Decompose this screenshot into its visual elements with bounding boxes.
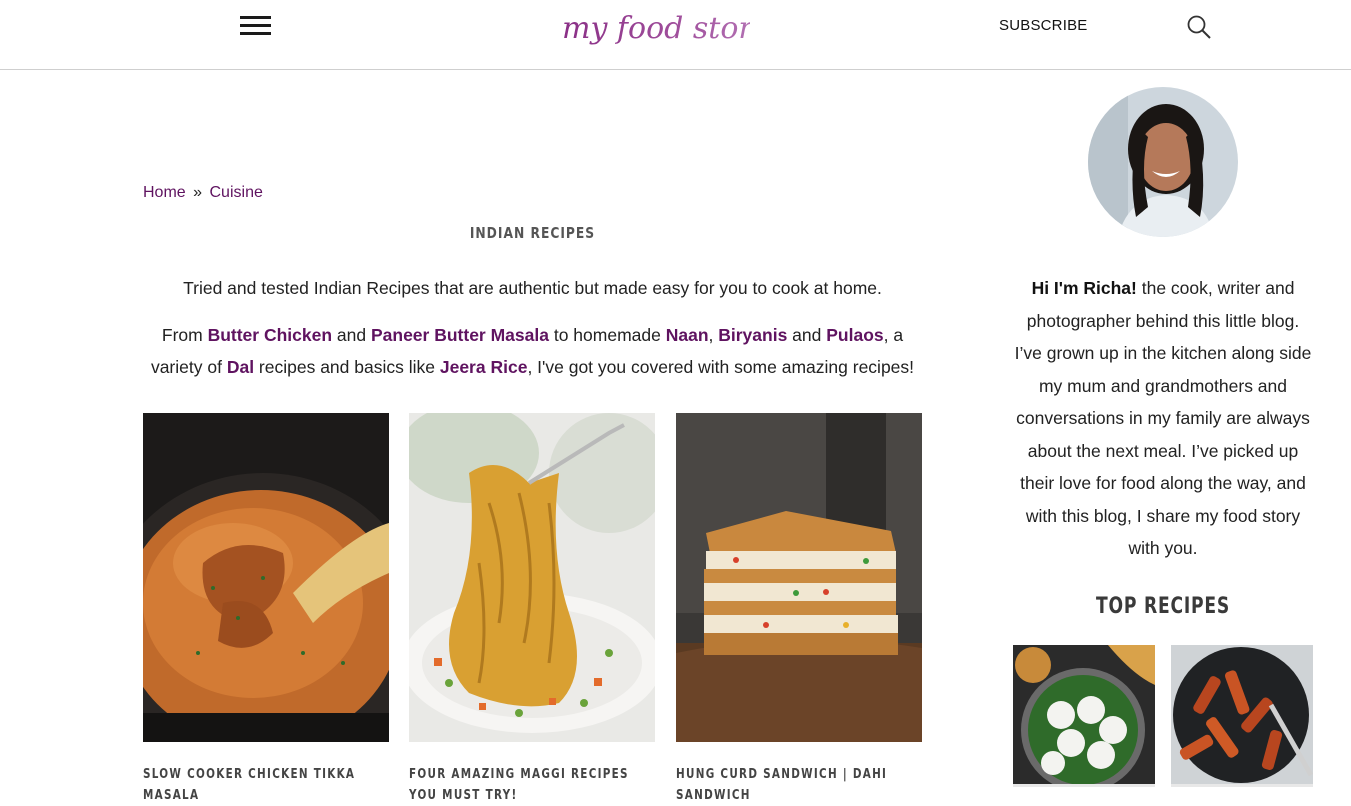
breadcrumb-home-link[interactable]: Home bbox=[143, 184, 186, 201]
recipe-title[interactable]: HUNG CURD SANDWICH | DAHI SANDWICH bbox=[676, 764, 924, 806]
breadcrumb: Home » Cuisine bbox=[143, 184, 263, 202]
author-bio: Hi I'm Richa! the cook, writer and photo… bbox=[1013, 272, 1313, 565]
page-title: INDIAN RECIPES bbox=[469, 224, 596, 242]
recipe-title[interactable]: FOUR AMAZING MAGGI RECIPES YOU MUST TRY! bbox=[409, 764, 657, 806]
author-avatar bbox=[1088, 87, 1238, 237]
svg-text:my food story: my food story bbox=[562, 11, 750, 46]
site-logo[interactable]: my food story bbox=[560, 0, 750, 52]
recipe-image-maggi[interactable] bbox=[409, 413, 655, 742]
link-paneer-butter-masala[interactable]: Paneer Butter Masala bbox=[371, 325, 549, 345]
subscribe-button[interactable]: SUBSCRIBE bbox=[999, 17, 1088, 34]
top-recipe-idli[interactable] bbox=[1013, 645, 1155, 787]
recipe-card[interactable]: SLOW COOKER CHICKEN TIKKA MASALA bbox=[143, 413, 389, 806]
recipe-card[interactable]: HUNG CURD SANDWICH | DAHI SANDWICH bbox=[676, 413, 922, 806]
recipe-image-hung-curd-sandwich[interactable] bbox=[676, 413, 922, 742]
author-greeting: Hi I'm Richa! bbox=[1031, 278, 1137, 298]
search-icon[interactable] bbox=[1186, 14, 1212, 40]
link-dal[interactable]: Dal bbox=[227, 357, 254, 377]
recipe-image-chicken-tikka-masala[interactable] bbox=[143, 413, 389, 742]
link-jeera-rice[interactable]: Jeera Rice bbox=[440, 357, 528, 377]
archive-description: Tried and tested Indian Recipes that are… bbox=[143, 272, 922, 398]
link-naan[interactable]: Naan bbox=[666, 325, 709, 345]
recipe-title[interactable]: SLOW COOKER CHICKEN TIKKA MASALA bbox=[143, 764, 391, 806]
link-pulaos[interactable]: Pulaos bbox=[826, 325, 883, 345]
top-recipe-chilli-paneer[interactable] bbox=[1171, 645, 1313, 787]
breadcrumb-separator: » bbox=[193, 184, 203, 201]
logo-wordmark: my food story bbox=[562, 11, 750, 46]
recipe-card[interactable]: FOUR AMAZING MAGGI RECIPES YOU MUST TRY! bbox=[409, 413, 655, 806]
intro-paragraph-2: From Butter Chicken and Paneer Butter Ma… bbox=[150, 324, 915, 378]
hamburger-menu-icon[interactable] bbox=[240, 15, 272, 37]
link-butter-chicken[interactable]: Butter Chicken bbox=[208, 325, 332, 345]
author-bio-text: the cook, writer and photographer behind… bbox=[1014, 278, 1312, 558]
link-biryanis[interactable]: Biryanis bbox=[718, 325, 787, 345]
top-recipes-heading: TOP RECIPES bbox=[1095, 594, 1230, 619]
intro-paragraph-1: Tried and tested Indian Recipes that are… bbox=[183, 278, 882, 298]
site-header: my food story SUBSCRIBE bbox=[0, 0, 1351, 70]
breadcrumb-cuisine-link[interactable]: Cuisine bbox=[210, 184, 263, 201]
